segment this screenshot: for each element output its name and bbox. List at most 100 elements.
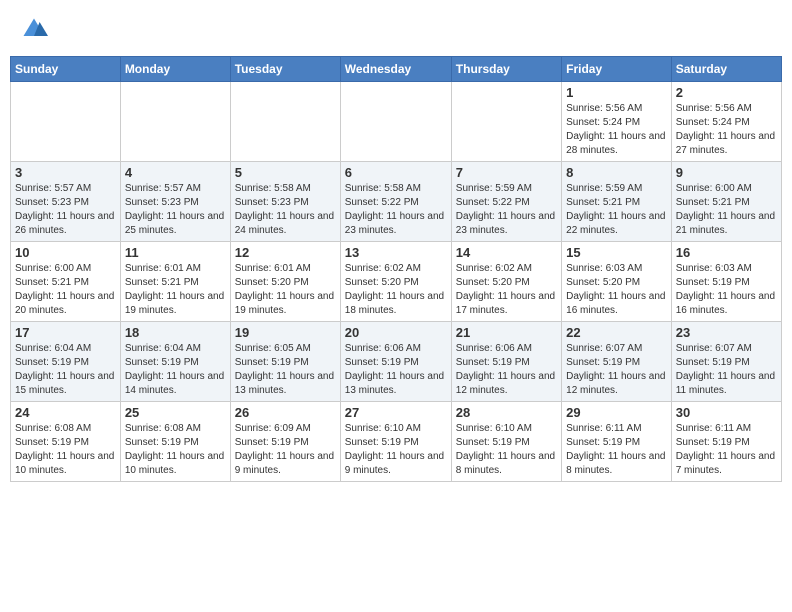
day-number: 20 [345,325,447,340]
day-info: Sunrise: 5:56 AM Sunset: 5:24 PM Dayligh… [676,102,777,158]
day-number: 11 [125,245,226,260]
calendar-cell: 21 Sunrise: 6:06 AM Sunset: 5:19 PM Dayli… [451,322,561,402]
calendar-cell: 16 Sunrise: 6:03 AM Sunset: 5:19 PM Dayli… [671,242,781,322]
day-number: 19 [235,325,336,340]
calendar-cell: 19 Sunrise: 6:05 AM Sunset: 5:19 PM Dayli… [230,322,340,402]
day-number: 28 [456,405,557,420]
calendar-cell: 22 Sunrise: 6:07 AM Sunset: 5:19 PM Dayli… [562,322,672,402]
day-info: Sunrise: 6:01 AM Sunset: 5:21 PM Dayligh… [125,262,226,318]
calendar-cell: 25 Sunrise: 6:08 AM Sunset: 5:19 PM Dayli… [120,402,230,482]
day-info: Sunrise: 6:04 AM Sunset: 5:19 PM Dayligh… [125,342,226,398]
weekday-header: Sunday [11,57,121,82]
day-number: 15 [566,245,667,260]
weekday-header: Monday [120,57,230,82]
calendar-cell: 20Sunrise: 6:06 AM Sunset: 5:19 PM Dayli… [340,322,451,402]
calendar-cell: 9 Sunrise: 6:00 AM Sunset: 5:21 PM Daylig… [671,162,781,242]
day-number: 16 [676,245,777,260]
day-info: Sunrise: 6:04 AM Sunset: 5:19 PM Dayligh… [15,342,116,398]
day-number: 12 [235,245,336,260]
day-info: Sunrise: 5:58 AM Sunset: 5:22 PM Dayligh… [345,182,447,238]
calendar-cell [230,82,340,162]
day-info: Sunrise: 6:03 AM Sunset: 5:19 PM Dayligh… [676,262,777,318]
calendar-cell: 24 Sunrise: 6:08 AM Sunset: 5:19 PM Dayli… [11,402,121,482]
day-info: Sunrise: 6:01 AM Sunset: 5:20 PM Dayligh… [235,262,336,318]
day-info: Sunrise: 6:02 AM Sunset: 5:20 PM Dayligh… [456,262,557,318]
day-number: 18 [125,325,226,340]
calendar-cell: 27 Sunrise: 6:10 AM Sunset: 5:19 PM Dayli… [340,402,451,482]
day-number: 6 [345,165,447,180]
calendar-cell: 12 Sunrise: 6:01 AM Sunset: 5:20 PM Dayli… [230,242,340,322]
day-number: 4 [125,165,226,180]
calendar-cell: 30 Sunrise: 6:11 AM Sunset: 5:19 PM Dayli… [671,402,781,482]
calendar-cell: 23Sunrise: 6:07 AM Sunset: 5:19 PM Dayli… [671,322,781,402]
day-number: 29 [566,405,667,420]
calendar-week-row: 3 Sunrise: 5:57 AM Sunset: 5:23 PM Daylig… [11,162,782,242]
day-info: Sunrise: 6:07 AM Sunset: 5:19 PM Dayligh… [566,342,667,398]
weekday-header: Wednesday [340,57,451,82]
day-info: Sunrise: 6:00 AM Sunset: 5:21 PM Dayligh… [15,262,116,318]
day-number: 27 [345,405,447,420]
day-number: 3 [15,165,116,180]
day-info: Sunrise: 6:08 AM Sunset: 5:19 PM Dayligh… [15,422,116,478]
day-number: 30 [676,405,777,420]
calendar-cell: 13Sunrise: 6:02 AM Sunset: 5:20 PM Dayli… [340,242,451,322]
weekday-header: Thursday [451,57,561,82]
day-info: Sunrise: 6:10 AM Sunset: 5:19 PM Dayligh… [456,422,557,478]
day-info: Sunrise: 6:10 AM Sunset: 5:19 PM Dayligh… [345,422,447,478]
day-info: Sunrise: 6:07 AM Sunset: 5:19 PM Dayligh… [676,342,777,398]
day-info: Sunrise: 6:02 AM Sunset: 5:20 PM Dayligh… [345,262,447,318]
calendar-cell: 11 Sunrise: 6:01 AM Sunset: 5:21 PM Dayli… [120,242,230,322]
calendar-cell: 2Sunrise: 5:56 AM Sunset: 5:24 PM Daylig… [671,82,781,162]
day-number: 21 [456,325,557,340]
calendar-cell: 14 Sunrise: 6:02 AM Sunset: 5:20 PM Dayli… [451,242,561,322]
day-info: Sunrise: 6:11 AM Sunset: 5:19 PM Dayligh… [676,422,777,478]
day-number: 8 [566,165,667,180]
logo [20,15,52,43]
day-number: 24 [15,405,116,420]
calendar-cell [11,82,121,162]
calendar-cell: 15 Sunrise: 6:03 AM Sunset: 5:20 PM Dayli… [562,242,672,322]
day-info: Sunrise: 5:57 AM Sunset: 5:23 PM Dayligh… [125,182,226,238]
calendar-cell [340,82,451,162]
day-number: 1 [566,85,667,100]
weekday-header: Saturday [671,57,781,82]
calendar-week-row: 1 Sunrise: 5:56 AM Sunset: 5:24 PM Daylig… [11,82,782,162]
day-number: 5 [235,165,336,180]
calendar-cell: 8 Sunrise: 5:59 AM Sunset: 5:21 PM Daylig… [562,162,672,242]
calendar-week-row: 24 Sunrise: 6:08 AM Sunset: 5:19 PM Dayli… [11,402,782,482]
calendar-cell: 4 Sunrise: 5:57 AM Sunset: 5:23 PM Daylig… [120,162,230,242]
day-number: 10 [15,245,116,260]
weekday-header: Tuesday [230,57,340,82]
day-info: Sunrise: 5:56 AM Sunset: 5:24 PM Dayligh… [566,102,667,158]
day-info: Sunrise: 6:11 AM Sunset: 5:19 PM Dayligh… [566,422,667,478]
calendar-cell: 1 Sunrise: 5:56 AM Sunset: 5:24 PM Daylig… [562,82,672,162]
logo-icon [20,15,48,43]
calendar-cell: 28 Sunrise: 6:10 AM Sunset: 5:19 PM Dayli… [451,402,561,482]
day-info: Sunrise: 6:09 AM Sunset: 5:19 PM Dayligh… [235,422,336,478]
day-info: Sunrise: 6:03 AM Sunset: 5:20 PM Dayligh… [566,262,667,318]
day-number: 9 [676,165,777,180]
day-info: Sunrise: 6:05 AM Sunset: 5:19 PM Dayligh… [235,342,336,398]
day-info: Sunrise: 5:59 AM Sunset: 5:21 PM Dayligh… [566,182,667,238]
calendar-cell: 17 Sunrise: 6:04 AM Sunset: 5:19 PM Dayli… [11,322,121,402]
day-number: 14 [456,245,557,260]
day-number: 17 [15,325,116,340]
day-number: 22 [566,325,667,340]
calendar-table: SundayMondayTuesdayWednesdayThursdayFrid… [10,56,782,482]
day-info: Sunrise: 5:57 AM Sunset: 5:23 PM Dayligh… [15,182,116,238]
day-number: 26 [235,405,336,420]
calendar-cell [451,82,561,162]
day-number: 25 [125,405,226,420]
day-info: Sunrise: 5:58 AM Sunset: 5:23 PM Dayligh… [235,182,336,238]
calendar-cell: 18 Sunrise: 6:04 AM Sunset: 5:19 PM Dayli… [120,322,230,402]
day-info: Sunrise: 5:59 AM Sunset: 5:22 PM Dayligh… [456,182,557,238]
calendar-cell: 3 Sunrise: 5:57 AM Sunset: 5:23 PM Daylig… [11,162,121,242]
day-info: Sunrise: 6:08 AM Sunset: 5:19 PM Dayligh… [125,422,226,478]
calendar-cell: 29 Sunrise: 6:11 AM Sunset: 5:19 PM Dayli… [562,402,672,482]
day-number: 7 [456,165,557,180]
calendar-cell: 7 Sunrise: 5:59 AM Sunset: 5:22 PM Daylig… [451,162,561,242]
calendar-week-row: 10 Sunrise: 6:00 AM Sunset: 5:21 PM Dayli… [11,242,782,322]
calendar-cell: 26 Sunrise: 6:09 AM Sunset: 5:19 PM Dayli… [230,402,340,482]
day-info: Sunrise: 6:00 AM Sunset: 5:21 PM Dayligh… [676,182,777,238]
day-info: Sunrise: 6:06 AM Sunset: 5:19 PM Dayligh… [456,342,557,398]
